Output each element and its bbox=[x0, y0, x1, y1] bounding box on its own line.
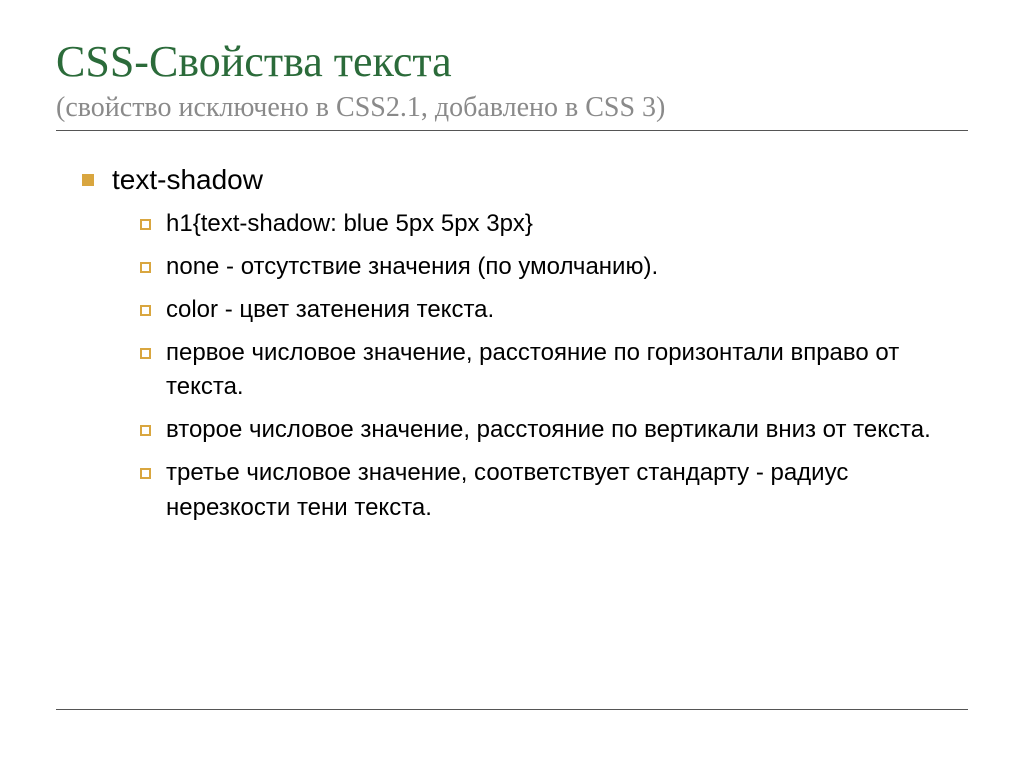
list-item-label: первое числовое значение, расстояние по … bbox=[166, 339, 899, 401]
list-item-label: color - цвет затенения текста. bbox=[166, 296, 494, 323]
footer-divider bbox=[56, 709, 968, 710]
list-item-label: text-shadow bbox=[112, 164, 263, 195]
list-item-label: третье числовое значение, соответствует … bbox=[166, 459, 848, 521]
list-item: второе числовое значение, расстояние по … bbox=[140, 413, 968, 448]
list-item: первое числовое значение, расстояние по … bbox=[140, 336, 968, 406]
list-item: h1{text-shadow: blue 5px 5px 3px} bbox=[140, 207, 968, 242]
list-item: none - отсутствие значения (по умолчанию… bbox=[140, 250, 968, 285]
list-item: text-shadow h1{text-shadow: blue 5px 5px… bbox=[82, 161, 968, 525]
sub-bullet-list: h1{text-shadow: blue 5px 5px 3px} none -… bbox=[112, 207, 968, 525]
slide: CSS-Свойства текста (свойство исключено … bbox=[0, 0, 1024, 768]
title-block: CSS-Свойства текста (свойство исключено … bbox=[56, 38, 968, 131]
list-item-label: none - отсутствие значения (по умолчанию… bbox=[166, 253, 658, 280]
list-item-label: второе числовое значение, расстояние по … bbox=[166, 416, 931, 443]
list-item-label: h1{text-shadow: blue 5px 5px 3px} bbox=[166, 210, 533, 237]
list-item: третье числовое значение, соответствует … bbox=[140, 456, 968, 526]
slide-title: CSS-Свойства текста bbox=[56, 38, 968, 86]
list-item: color - цвет затенения текста. bbox=[140, 293, 968, 328]
slide-subtitle: (свойство исключено в CSS2.1, добавлено … bbox=[56, 92, 968, 124]
bullet-list: text-shadow h1{text-shadow: blue 5px 5px… bbox=[56, 161, 968, 525]
